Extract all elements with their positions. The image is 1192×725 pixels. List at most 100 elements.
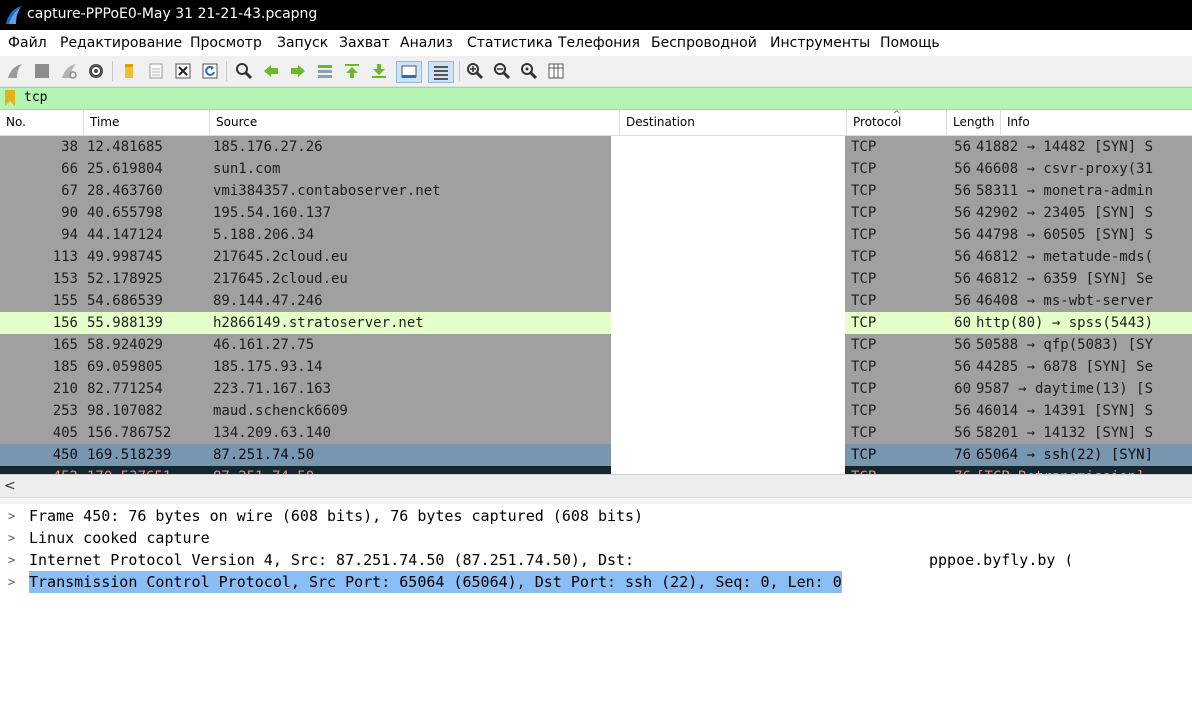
packet-no: 165 xyxy=(52,337,78,353)
packet-length: 56 xyxy=(954,249,971,265)
col-header-length[interactable]: Length xyxy=(947,110,1001,135)
wireshark-fin-icon xyxy=(6,6,22,24)
filter-bookmark-icon[interactable] xyxy=(5,90,15,106)
packet-row[interactable]: 210 82.771254 223.71.167.163 TCP 60 9587 → da… xyxy=(0,378,1192,400)
packet-row[interactable]: 165 58.924029 46.161.27.75 TCP 56 50588 → qfp… xyxy=(0,334,1192,356)
packet-time: 58.924029 xyxy=(87,337,163,353)
detail-linux-cooked[interactable]: > Linux cooked capture xyxy=(0,527,1192,549)
menu-help[interactable]: Помощь xyxy=(880,35,940,51)
packet-row[interactable]: 94 44.147124 5.188.206.34 TCP 56 44798 → 6050… xyxy=(0,224,1192,246)
packet-row[interactable]: 405 156.786752 134.209.63.140 TCP 56 58201 → … xyxy=(0,422,1192,444)
packet-length: 56 xyxy=(954,403,971,419)
menu-tools[interactable]: Инструменты xyxy=(770,35,870,51)
packet-info: 44798 → 60505 [SYN] S xyxy=(976,227,1154,243)
packet-source: 89.144.47.246 xyxy=(213,293,323,309)
packet-list-hscrollbar[interactable]: < xyxy=(0,474,1192,497)
menu-go[interactable]: Запуск xyxy=(277,35,328,51)
packet-row[interactable]: 155 54.686539 89.144.47.246 TCP 56 46408 → ms… xyxy=(0,290,1192,312)
detail-frame[interactable]: > Frame 450: 76 bytes on wire (608 bits)… xyxy=(0,505,1192,527)
packet-no: 94 xyxy=(61,227,78,243)
restart-capture-icon[interactable] xyxy=(59,61,79,81)
menu-wireless[interactable]: Беспроводной xyxy=(651,35,757,51)
packet-row[interactable]: 90 40.655798 195.54.160.137 TCP 56 42902 → 23… xyxy=(0,202,1192,224)
scroll-left-icon[interactable]: < xyxy=(4,478,16,494)
first-packet-icon[interactable] xyxy=(342,61,362,81)
col-header-no[interactable]: No. xyxy=(0,110,84,135)
packet-info: 46014 → 14391 [SYN] S xyxy=(976,403,1154,419)
packet-length: 56 xyxy=(954,337,971,353)
detail-tcp[interactable]: > Transmission Control Protocol, Src Por… xyxy=(0,571,1192,593)
col-header-info[interactable]: Info xyxy=(1001,110,1192,135)
go-back-arrow-icon[interactable] xyxy=(261,61,281,81)
display-filter-bar[interactable]: tcp xyxy=(0,87,1192,110)
last-packet-icon[interactable] xyxy=(369,61,389,81)
colorize-list-icon[interactable] xyxy=(428,61,454,83)
packet-row[interactable]: 66 25.619804 sun1.com TCP 56 46608 → csvr-pro… xyxy=(0,158,1192,180)
autoscroll-icon[interactable] xyxy=(396,61,422,83)
col-header-source[interactable]: Source xyxy=(210,110,620,135)
packet-length: 56 xyxy=(954,205,971,221)
go-to-packet-icon[interactable] xyxy=(315,61,335,81)
menu-capture[interactable]: Захват xyxy=(339,35,390,51)
display-filter-input[interactable]: tcp xyxy=(24,90,47,105)
packet-source: 185.176.27.26 xyxy=(213,139,323,155)
packet-info: 50588 → qfp(5083) [SY xyxy=(976,337,1154,353)
close-file-icon[interactable] xyxy=(173,61,193,81)
packet-info: 58201 → 14132 [SYN] S xyxy=(976,425,1154,441)
packet-row[interactable]: 156 55.988139 h2866149.stratoserver.net TCP… xyxy=(0,312,1192,334)
packet-protocol: TCP xyxy=(851,183,877,199)
zoom-out-icon[interactable] xyxy=(492,61,512,81)
packet-source: 195.54.160.137 xyxy=(213,205,332,221)
packet-row[interactable]: 38 12.481685 185.176.27.26 TCP 56 41882 → 144… xyxy=(0,136,1192,158)
packet-source: 5.188.206.34 xyxy=(213,227,315,243)
go-forward-arrow-icon[interactable] xyxy=(288,61,308,81)
find-packet-search-icon[interactable] xyxy=(234,61,254,81)
chevron-right-icon[interactable]: > xyxy=(8,527,15,549)
zoom-in-icon[interactable] xyxy=(465,61,485,81)
chevron-right-icon[interactable]: > xyxy=(8,505,15,527)
save-file-icon[interactable] xyxy=(146,61,166,81)
menu-view[interactable]: Просмотр xyxy=(190,35,262,51)
open-file-icon[interactable] xyxy=(119,61,139,81)
packet-no: 66 xyxy=(61,161,78,177)
packet-row[interactable]: 153 52.178925 217645.2cloud.eu TCP 56 46812 →… xyxy=(0,268,1192,290)
packet-source: 87.251.74.50 xyxy=(213,447,315,463)
packet-row[interactable]: 450 169.518239 87.251.74.50 TCP 76 65064 → ss… xyxy=(0,444,1192,466)
detail-ipv4[interactable]: > Internet Protocol Version 4, Src: 87.2… xyxy=(0,549,1192,571)
packet-no: 405 xyxy=(52,425,78,441)
normal-size-icon[interactable] xyxy=(519,61,539,81)
packet-row[interactable]: 185 69.059805 185.175.93.14 TCP 56 44285 → 68… xyxy=(0,356,1192,378)
packet-length: 56 xyxy=(954,271,971,287)
menu-edit[interactable]: Редактирование xyxy=(60,35,182,51)
packet-row[interactable]: 253 98.107082 maud.schenck6609 TCP 56 46014 →… xyxy=(0,400,1192,422)
packet-no: 113 xyxy=(52,249,78,265)
chevron-right-icon[interactable]: > xyxy=(8,571,15,593)
menu-file[interactable]: Файл xyxy=(8,35,47,51)
stop-capture-icon[interactable] xyxy=(32,61,52,81)
reload-file-icon[interactable] xyxy=(200,61,220,81)
packet-source: 134.209.63.140 xyxy=(213,425,332,441)
resize-columns-icon[interactable] xyxy=(546,61,566,81)
main-toolbar xyxy=(0,56,1192,87)
menu-telephony[interactable]: Телефония xyxy=(558,35,640,51)
packet-row[interactable]: 113 49.998745 217645.2cloud.eu TCP 56 46812 →… xyxy=(0,246,1192,268)
packet-time: 55.988139 xyxy=(87,315,163,331)
packet-info: 46812 → metatude-mds( xyxy=(976,249,1154,265)
packet-time: 44.147124 xyxy=(87,227,163,243)
packet-info: 46608 → csvr-proxy(31 xyxy=(976,161,1154,177)
packet-row[interactable]: 452 170.537651 87.251.74.50 TCP 76 [TCP Retra… xyxy=(0,466,1192,474)
packet-no: 452 xyxy=(0,466,78,474)
packet-protocol: TCP xyxy=(851,337,877,353)
start-capture-fin-icon[interactable] xyxy=(5,61,25,81)
packet-time: 170.537651 xyxy=(87,466,207,474)
chevron-right-icon[interactable]: > xyxy=(8,549,15,571)
menu-analyze[interactable]: Анализ xyxy=(400,35,453,51)
packet-source: vmi384357.contaboserver.net xyxy=(213,183,441,199)
packet-info: 42902 → 23405 [SYN] S xyxy=(976,205,1154,221)
packet-no: 90 xyxy=(61,205,78,221)
col-header-destination[interactable]: Destination xyxy=(620,110,847,135)
capture-options-gear-icon[interactable] xyxy=(86,61,106,81)
packet-row[interactable]: 67 28.463760 vmi384357.contaboserver.net TC… xyxy=(0,180,1192,202)
menu-statistics[interactable]: Статистика xyxy=(467,35,553,51)
col-header-time[interactable]: Time xyxy=(84,110,210,135)
